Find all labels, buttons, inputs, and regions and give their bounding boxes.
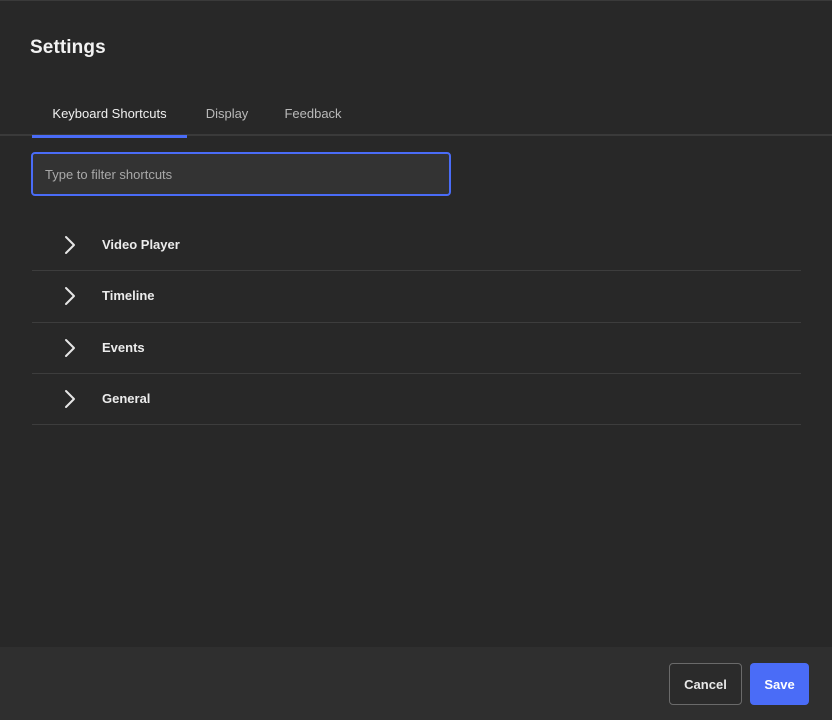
dialog-title: Settings — [30, 37, 106, 58]
group-row-events[interactable]: Events — [32, 323, 801, 374]
dialog-footer: Cancel Save — [0, 647, 832, 720]
shortcut-groups-list: Video Player Timeline Events General — [32, 220, 801, 426]
group-label: Timeline — [102, 288, 155, 304]
chevron-right-icon — [65, 338, 75, 357]
save-button[interactable]: Save — [750, 663, 809, 705]
chevron-right-icon — [65, 389, 75, 408]
tab-feedback[interactable]: Feedback — [276, 95, 350, 136]
group-row-video-player[interactable]: Video Player — [32, 220, 801, 272]
settings-dialog: Settings Keyboard Shortcuts Display Feed… — [0, 0, 832, 720]
tab-display[interactable]: Display — [198, 95, 256, 136]
cancel-button[interactable]: Cancel — [669, 663, 742, 705]
group-label: Video Player — [102, 237, 180, 252]
settings-tabs: Keyboard Shortcuts Display Feedback — [0, 95, 832, 138]
group-label: Events — [102, 339, 145, 355]
group-label: General — [102, 390, 151, 406]
chevron-right-icon — [65, 287, 75, 306]
chevron-right-icon — [65, 236, 75, 254]
group-row-timeline[interactable]: Timeline — [32, 271, 801, 323]
group-row-general[interactable]: General — [32, 374, 801, 426]
filter-shortcuts-input[interactable] — [31, 152, 451, 196]
tab-keyboard-shortcuts[interactable]: Keyboard Shortcuts — [32, 95, 187, 138]
